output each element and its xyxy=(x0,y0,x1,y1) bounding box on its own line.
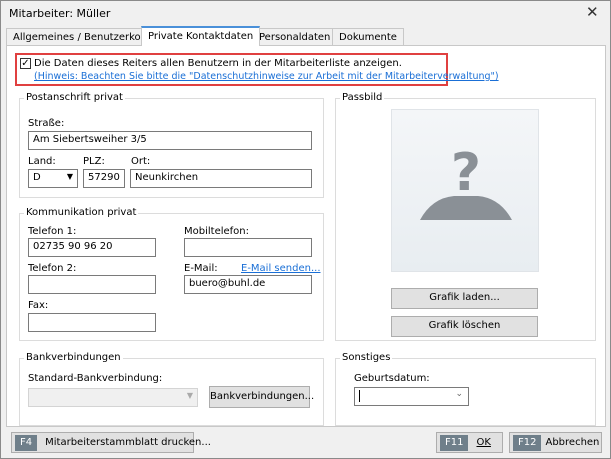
default-bank-label: Standard-Bankverbindung: xyxy=(28,373,163,384)
tab-personaldaten[interactable]: Personaldaten xyxy=(252,28,338,46)
tab-dokumente[interactable]: Dokumente xyxy=(332,28,404,46)
delete-photo-button[interactable]: Grafik löschen xyxy=(391,316,538,337)
mobile-label: Mobiltelefon: xyxy=(184,226,249,237)
birthdate-input[interactable]: ⌄ xyxy=(354,387,469,406)
country-select[interactable]: D ▼ xyxy=(28,169,78,188)
country-value: D xyxy=(33,172,41,183)
mobile-input[interactable] xyxy=(184,238,312,257)
default-bank-select[interactable]: ▼ xyxy=(28,388,198,407)
phone1-label: Telefon 1: xyxy=(28,226,77,237)
tab-private-kontaktdaten[interactable]: Private Kontaktdaten xyxy=(141,26,261,46)
city-input[interactable]: Neunkirchen xyxy=(130,169,312,188)
print-label: Mitarbeiterstammblatt drucken... xyxy=(45,437,211,448)
svg-text:?: ? xyxy=(451,143,481,203)
person-placeholder-icon: ? xyxy=(420,143,512,220)
country-label: Land: xyxy=(28,156,56,167)
fax-input[interactable] xyxy=(28,313,156,332)
communication-group-title: Kommunikation privat xyxy=(24,207,139,218)
email-input[interactable]: buero@buhl.de xyxy=(184,275,312,294)
email-label: E-Mail: xyxy=(184,263,218,274)
city-label: Ort: xyxy=(131,156,151,167)
street-label: Straße: xyxy=(28,118,65,129)
ok-button[interactable]: F11 OK xyxy=(436,432,503,453)
chevron-down-icon: ⌄ xyxy=(455,389,463,399)
phone2-label: Telefon 2: xyxy=(28,263,77,274)
text-cursor xyxy=(359,390,360,402)
cancel-label: Abbrechen xyxy=(545,437,600,448)
show-to-all-label: Die Daten dieses Reiters allen Benutzern… xyxy=(34,58,402,69)
f4-key-badge: F4 xyxy=(15,435,38,451)
street-input[interactable]: Am Siebertsweiher 3/5 xyxy=(28,131,312,150)
phone1-input[interactable]: 02735 90 96 20 xyxy=(28,238,156,257)
ok-label: OK xyxy=(476,437,491,448)
f12-key-badge: F12 xyxy=(513,435,542,451)
other-group-title: Sonstiges xyxy=(340,352,393,363)
zip-input[interactable]: 57290 xyxy=(83,169,125,188)
bank-accounts-button[interactable]: Bankverbindungen... xyxy=(209,386,314,408)
employee-dialog: Mitarbeiter: Müller ✕ Allgemeines / Benu… xyxy=(0,0,611,459)
phone2-input[interactable] xyxy=(28,275,156,294)
f11-key-badge: F11 xyxy=(440,435,469,451)
bank-group-title: Bankverbindungen xyxy=(24,352,123,363)
fax-label: Fax: xyxy=(28,300,49,311)
chevron-down-icon: ▼ xyxy=(186,391,193,400)
print-master-sheet-button[interactable]: F4 Mitarbeiterstammblatt drucken... xyxy=(11,432,211,453)
birthdate-label: Geburtsdatum: xyxy=(354,373,430,384)
photo-group-title: Passbild xyxy=(340,92,385,103)
close-icon[interactable]: ✕ xyxy=(586,3,599,21)
show-to-all-checkbox[interactable]: ✓ xyxy=(20,58,31,69)
address-group-title: Postanschrift privat xyxy=(24,92,125,103)
chevron-down-icon: ▼ xyxy=(66,172,73,181)
window-title: Mitarbeiter: Müller xyxy=(9,7,111,20)
cancel-button[interactable]: F12 Abbrechen xyxy=(509,432,602,453)
photo-placeholder: ? xyxy=(391,109,539,272)
load-photo-button[interactable]: Grafik laden... xyxy=(391,288,538,309)
send-email-link[interactable]: E-Mail senden... xyxy=(241,263,321,274)
privacy-hint-link[interactable]: (Hinweis: Beachten Sie bitte die "Datens… xyxy=(34,71,499,82)
zip-label: PLZ: xyxy=(83,156,105,167)
